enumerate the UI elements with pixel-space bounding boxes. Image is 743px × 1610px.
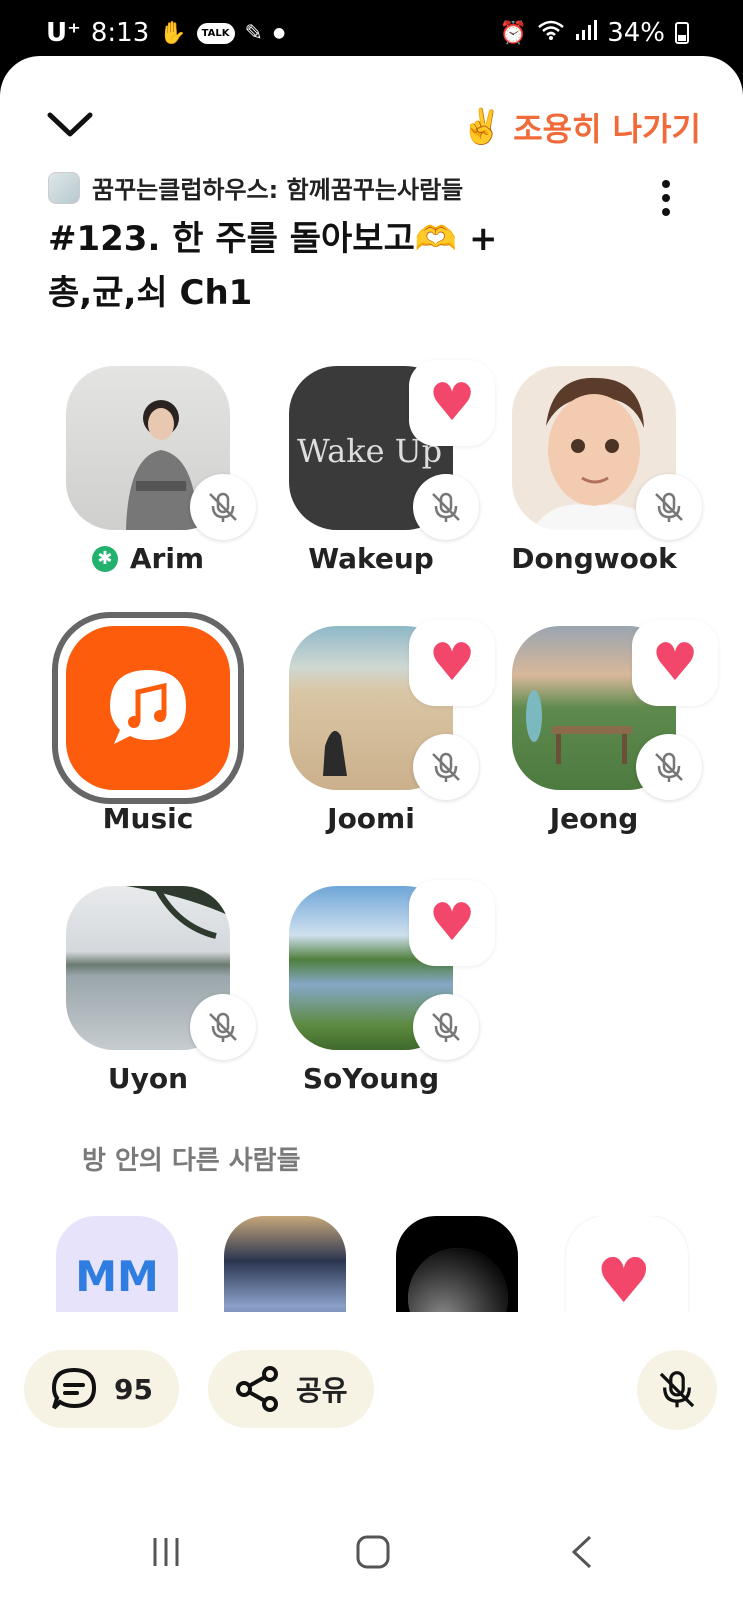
club-name: 꿈꾸는클럽하우스: 함께꿈꾸는사람들 [92,176,464,204]
muted-indicator [413,734,479,800]
leave-quietly-label: 조용히 나가기 [513,110,701,148]
muted-indicator [636,734,702,800]
speaker-tile[interactable]: Uyon [38,886,256,1116]
speaker-name: Jeong [484,802,704,835]
mic-toggle-button[interactable] [637,1350,717,1430]
speaker-name: Dongwook [484,542,704,575]
room-title: #123. 한 주를 돌아보고🫶 + 총,균,쇠 Ch1 [48,212,608,320]
speaker-name: Music [38,802,258,835]
back-chevron-icon [571,1535,592,1569]
system-nav-bar [0,1500,743,1610]
leave-quietly-button[interactable]: ✌️ 조용히 나가기 [461,104,701,150]
muted-indicator [413,474,479,540]
avatar [66,626,230,790]
battery-icon [675,22,689,44]
muted-indicator [190,994,256,1060]
chat-button[interactable]: 95 [24,1350,179,1428]
room-sheet: ✌️ 조용히 나가기 꿈꾸는클럽하우스: 함께꿈꾸는사람들 #123. 한 주를… [0,56,743,1610]
speaker-name: Uyon [38,1062,258,1095]
peace-hand-icon: ✌️ [460,107,504,147]
mic-off-icon [432,492,460,522]
mic-off-icon [209,492,237,522]
speaker-name: SoYoung [261,1062,481,1095]
home-button[interactable] [343,1522,403,1582]
speaker-tile[interactable]: ♥ SoYoung [261,880,495,1116]
speaker-name-text: Music [102,802,194,835]
alarm-icon: ⏰ [499,20,528,46]
club-icon [48,171,80,204]
muted-indicator [190,474,256,540]
chat-count: 95 [114,1372,153,1406]
speaker-name-text: Uyon [107,1062,189,1095]
recent-apps-button[interactable] [136,1522,196,1582]
room-title-line1: #123. 한 주를 돌아보고 [48,219,415,259]
room-title-line2: 총,균,쇠 Ch1 [48,273,253,313]
heart-icon: ♥ [428,633,476,693]
more-dot-icon [662,180,670,188]
speaker-name: ✱ Arim [38,542,258,575]
app-notification-icon: ✎ [244,20,263,46]
more-options-button[interactable] [661,180,671,216]
muted-indicator [413,994,479,1060]
heart-reaction: ♥ [409,880,495,966]
dot-icon: ● [272,25,286,41]
home-icon [356,1535,390,1569]
speaker-name-text: Jeong [549,802,639,835]
mic-off-icon [432,1012,460,1042]
speaker-tile[interactable]: ♥ Joomi [261,620,495,856]
speaker-name: Joomi [261,802,481,835]
wave-icon: ✋ [159,20,187,46]
speaker-name: Wakeup [261,542,481,575]
club-link[interactable]: 꿈꾸는클럽하우스: 함께꿈꾸는사람들 [48,170,463,205]
back-button[interactable] [552,1522,612,1582]
heart-hands-icon: 🫶 [414,219,458,259]
mic-off-icon [655,752,683,782]
share-button[interactable]: 공유 [208,1350,374,1428]
others-section-title: 방 안의 다른 사람들 [82,1146,301,1176]
speaker-name-text: SoYoung [302,1062,440,1095]
room-title-plus: + [457,219,498,259]
mic-off-icon [655,492,683,522]
heart-icon: ♥ [596,1244,652,1317]
share-icon [236,1366,278,1412]
collapse-button[interactable] [46,110,94,150]
battery-percent: 34% [607,18,665,48]
muted-indicator [636,474,702,540]
recent-apps-icon [153,1538,179,1566]
share-label: 공유 [296,1374,348,1407]
heart-icon: ♥ [428,893,476,953]
speaker-tile[interactable]: ♥ Jeong [484,620,718,856]
signal-icon [575,20,598,46]
heart-icon: ♥ [651,633,699,693]
status-right: ⏰ 34% [500,18,689,48]
heart-reaction: ♥ [409,360,495,446]
bottom-action-bar: 95 공유 [0,1312,743,1462]
speaker-name-text: Joomi [327,802,415,835]
speaker-name-text: Wakeup [308,542,434,575]
wifi-icon [537,19,565,47]
speaker-tile[interactable]: Music [38,612,248,856]
speaker-tile[interactable]: ✱ Arim [38,366,256,596]
mic-off-icon [659,1371,695,1408]
status-left: U⁺ 8:13 ✋ TALK ✎ ● [46,18,285,48]
speaker-name-text: Arim [129,542,205,575]
mic-off-icon [209,1012,237,1042]
carrier-label: U⁺ [46,18,81,48]
heart-reaction: ♥ [409,620,495,706]
kakaotalk-icon: TALK [196,22,235,44]
listener-initials: MM [75,1252,159,1301]
mic-off-icon [432,752,460,782]
speaker-tile[interactable]: Dongwook [484,366,702,596]
more-dot-icon [662,194,670,202]
heart-icon: ♥ [428,373,476,433]
chat-bubble-icon [51,1367,97,1410]
heart-reaction: ♥ [632,620,718,706]
speaker-tile[interactable]: Wake Up ♥ Wakeup [261,360,495,596]
more-dot-icon [662,208,670,216]
chevron-down-icon [47,112,93,137]
speaker-name-text: Dongwook [511,542,677,575]
moderator-badge-icon: ✱ [91,545,118,572]
status-time: 8:13 [90,18,150,48]
